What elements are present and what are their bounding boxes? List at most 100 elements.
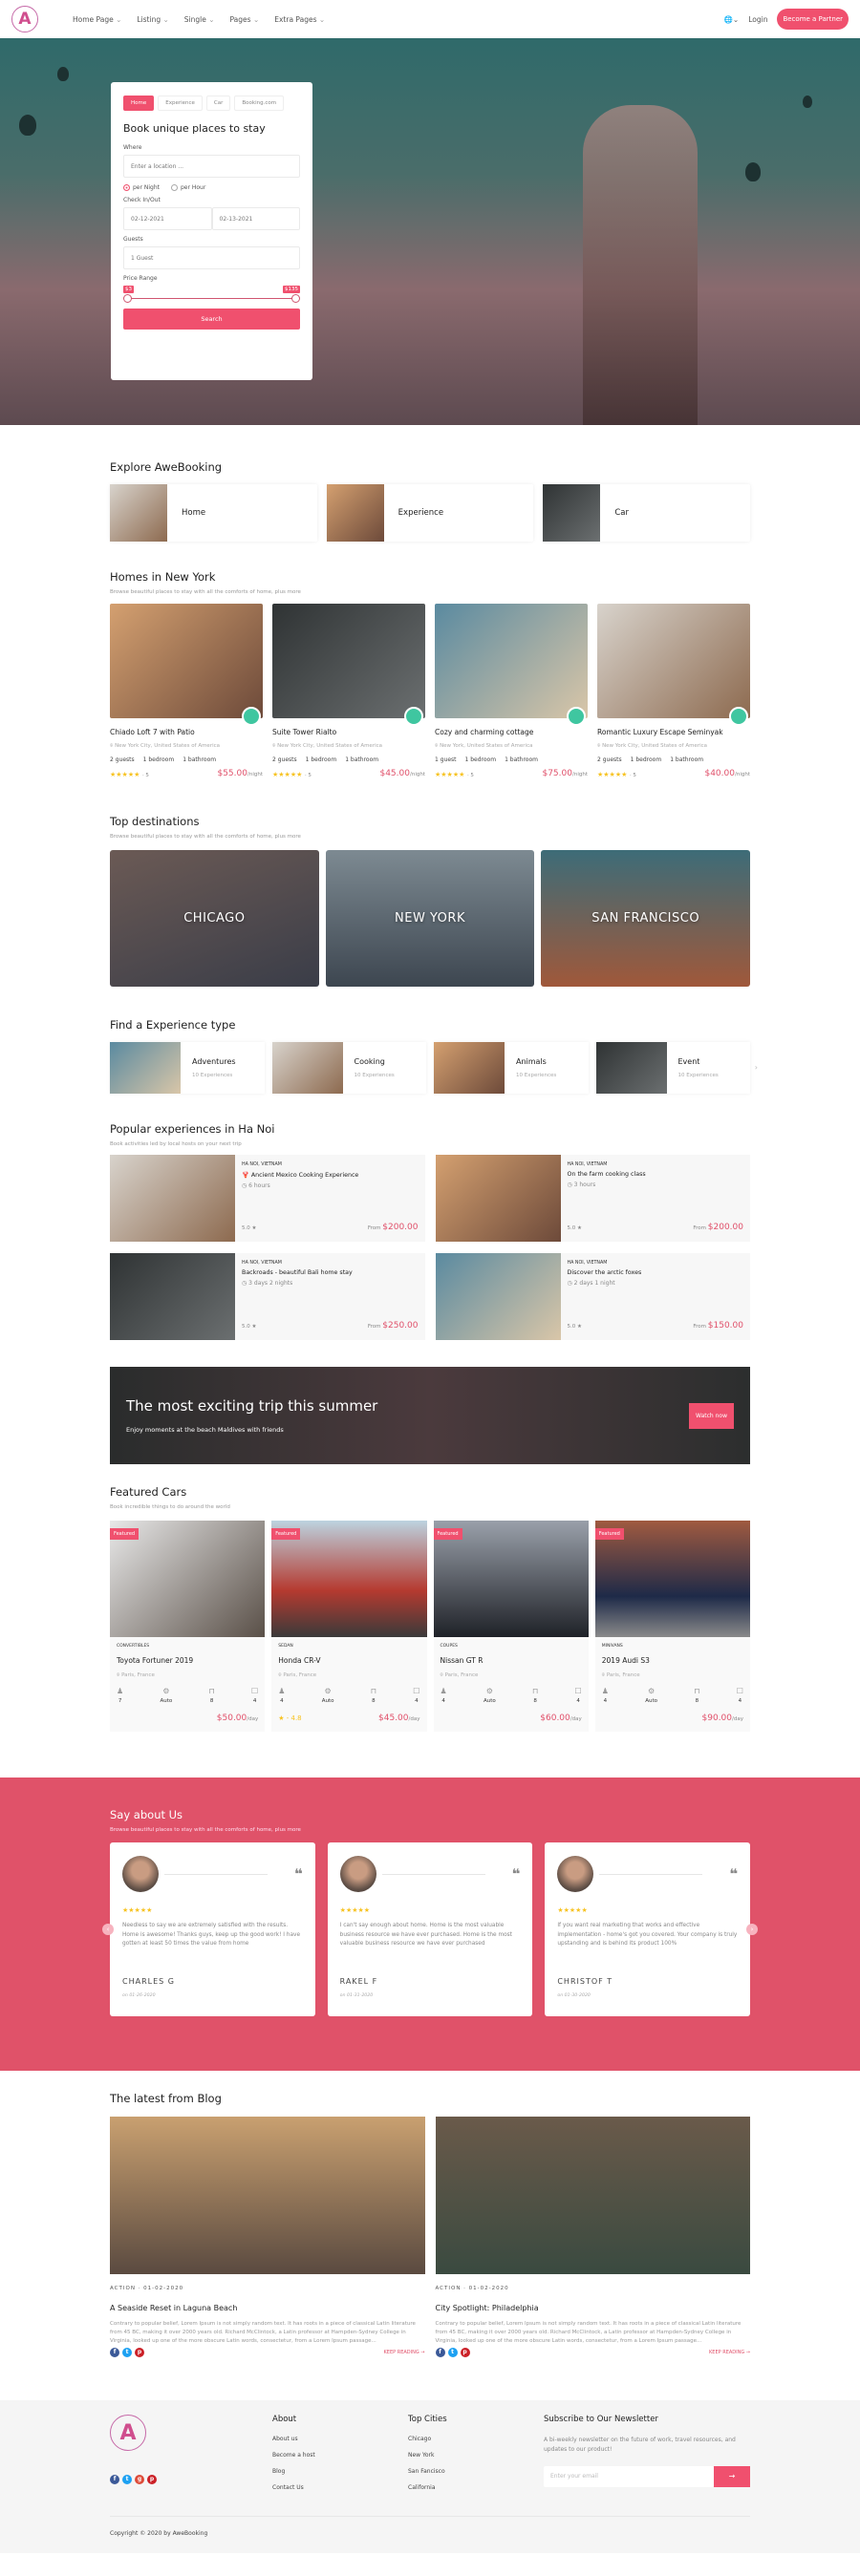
per-night-radio[interactable]: per Night (123, 184, 160, 191)
footer-city-link[interactable]: San Fancisco (408, 2468, 544, 2475)
next-arrow-icon[interactable]: › (746, 1924, 758, 1935)
keep-reading-link[interactable]: KEEP READING → (709, 2350, 750, 2355)
globe-icon[interactable]: 🌐⌄ (724, 15, 740, 24)
checkout-input[interactable]: 02-13-2021 (211, 207, 300, 230)
blog-image[interactable] (110, 2117, 425, 2274)
car-title[interactable]: Nissan GT R (441, 1656, 484, 1665)
pinterest-icon[interactable]: p (147, 2475, 157, 2485)
review-date: on 01-30-2020 (557, 1993, 591, 1998)
car-title[interactable]: Toyota Fortuner 2019 (117, 1656, 193, 1665)
car-card[interactable]: Featured SEDAN Honda CR-V ⌾ Paris, France ♟ 4… (271, 1521, 427, 1732)
car-card[interactable]: Featured CONVERTIBLES Toyota Fortuner 2019… (110, 1521, 266, 1732)
facebook-icon[interactable]: f (435, 2348, 445, 2358)
home-price: $45.00 (379, 769, 410, 778)
reviewer-avatar (339, 1856, 376, 1892)
search-tab-car[interactable]: Car (205, 96, 231, 111)
nav-item[interactable]: Listing (137, 15, 168, 24)
guests-input[interactable]: 1 Guest (123, 246, 300, 269)
experience-title[interactable]: On the farm cooking class (568, 1171, 646, 1178)
footer-link[interactable]: Become a host (272, 2452, 408, 2459)
quote-icon: ❝ (293, 1865, 303, 1883)
car-doors: 8 (695, 1698, 699, 1704)
email-input[interactable]: Enter your email (544, 2465, 714, 2487)
nav-item[interactable]: Extra Pages (274, 15, 325, 24)
experience-card[interactable]: HA NOI, VIETNAM On the farm cooking class… (435, 1155, 750, 1242)
reviewer-avatar (122, 1856, 159, 1892)
destination-card[interactable]: CHICAGO (110, 850, 319, 987)
explore-card[interactable]: Home (110, 484, 317, 542)
experience-title[interactable]: 🦞 Ancient Mexico Cooking Experience (242, 1172, 358, 1179)
experience-card[interactable]: HA NOI, VIETNAM 🦞 Ancient Mexico Cooking … (110, 1155, 425, 1242)
explore-image (110, 484, 167, 542)
location-input[interactable]: Enter a location ... (123, 155, 300, 178)
price-range-slider[interactable]: $3 $135 (123, 286, 300, 307)
google-plus-icon[interactable]: g (135, 2475, 144, 2485)
experience-type-card[interactable]: Animals 10 Experiences (434, 1042, 589, 1094)
car-title[interactable]: Honda CR-V (278, 1656, 320, 1665)
footer-link[interactable]: Blog (272, 2468, 408, 2475)
reviewer-name: CHARLES G (122, 1977, 175, 1986)
experience-title[interactable]: Backroads - beautiful Bali home stay (242, 1269, 353, 1276)
facebook-icon[interactable]: f (110, 2348, 119, 2358)
search-tab-bookingcom[interactable]: Booking.com (234, 96, 285, 111)
car-card[interactable]: Featured COUPES Nissan GT R ⌾ Paris, France… (433, 1521, 589, 1732)
site-logo[interactable]: A (11, 6, 38, 32)
per-hour-radio[interactable]: per Hour (171, 184, 205, 191)
home-title[interactable]: Cozy and charming cottage (435, 728, 533, 736)
facebook-icon[interactable]: f (110, 2475, 119, 2485)
search-button[interactable]: Search (123, 309, 300, 330)
twitter-icon[interactable]: t (122, 2348, 132, 2358)
become-partner-button[interactable]: Become a Partner (777, 9, 849, 30)
nav-item[interactable]: Single (184, 15, 215, 24)
twitter-icon[interactable]: t (447, 2348, 458, 2358)
checkin-input[interactable]: 02-12-2021 (123, 207, 212, 230)
newsletter-title: Subscribe to Our Newsletter (544, 2415, 658, 2425)
car-card[interactable]: Featured MINIVANS 2019 Audi S3 ⌾ Paris, Fra… (594, 1521, 750, 1732)
home-card[interactable]: Chiado Loft 7 with Patio ⌾ New York City,… (110, 604, 263, 778)
destination-card[interactable]: NEW YORK (325, 850, 535, 987)
price-max-handle[interactable] (291, 294, 300, 303)
footer-link[interactable]: About us (272, 2436, 408, 2442)
home-card[interactable]: Romantic Luxury Escape Seminyak ⌾ New Yor… (597, 604, 750, 778)
explore-card[interactable]: Experience (326, 484, 534, 542)
experience-title[interactable]: Discover the arctic foxes (568, 1269, 642, 1276)
home-title[interactable]: Suite Tower Rialto (272, 728, 336, 736)
blog-title[interactable]: A Seaside Reset in Laguna Beach (110, 2304, 237, 2312)
nav-item[interactable]: Pages (230, 15, 260, 24)
experience-price: $150.00 (707, 1321, 743, 1331)
car-title[interactable]: 2019 Audi S3 (602, 1656, 650, 1665)
watch-now-button[interactable]: Watch now (689, 1402, 734, 1429)
footer-city-link[interactable]: California (408, 2484, 544, 2491)
blog-image[interactable] (435, 2117, 750, 2274)
twitter-icon[interactable]: t (122, 2475, 132, 2485)
subscribe-arrow-button[interactable]: → (714, 2465, 750, 2487)
experience-duration: 3 hours (573, 1182, 596, 1188)
explore-card[interactable]: Car (543, 484, 750, 542)
prev-arrow-icon[interactable]: ‹ (102, 1924, 114, 1935)
home-card[interactable]: Cozy and charming cottage ⌾ New York, Uni… (435, 604, 588, 778)
experience-card[interactable]: HA NOI, VIETNAM Discover the arctic foxes… (435, 1253, 750, 1340)
car-seats: 4 (441, 1698, 445, 1704)
experience-type-card[interactable]: Cooking 10 Experiences (271, 1042, 427, 1094)
pinterest-icon[interactable]: p (135, 2348, 144, 2358)
footer-city-link[interactable]: Chicago (408, 2436, 544, 2442)
login-link[interactable]: Login (748, 15, 767, 24)
home-title[interactable]: Romantic Luxury Escape Seminyak (597, 728, 723, 736)
nav-item[interactable]: Home Page (73, 15, 121, 24)
pinterest-icon[interactable]: p (460, 2348, 470, 2358)
keep-reading-link[interactable]: KEEP READING → (384, 2350, 425, 2355)
search-tab-experience[interactable]: Experience (158, 96, 203, 111)
destination-card[interactable]: SAN FRANCISCO (541, 850, 751, 987)
experience-type-card[interactable]: Adventures 10 Experiences (110, 1042, 265, 1094)
home-card[interactable]: Suite Tower Rialto ⌾ New York City, Unite… (272, 604, 425, 778)
car-price: $90.00 (701, 1714, 733, 1723)
footer-link[interactable]: Contact Us (272, 2484, 408, 2491)
home-title[interactable]: Chiado Loft 7 with Patio (110, 728, 195, 736)
chevron-right-icon[interactable]: › (755, 1063, 758, 1072)
footer-city-link[interactable]: New York (408, 2452, 544, 2459)
experience-type-card[interactable]: Event 10 Experiences (595, 1042, 751, 1094)
blog-title[interactable]: City Spotlight: Philadelphia (436, 2304, 539, 2312)
experience-card[interactable]: HA NOI, VIETNAM Backroads - beautiful Bal… (110, 1253, 425, 1340)
search-tab-home[interactable]: Home (123, 96, 155, 111)
price-min-handle[interactable] (123, 294, 132, 303)
